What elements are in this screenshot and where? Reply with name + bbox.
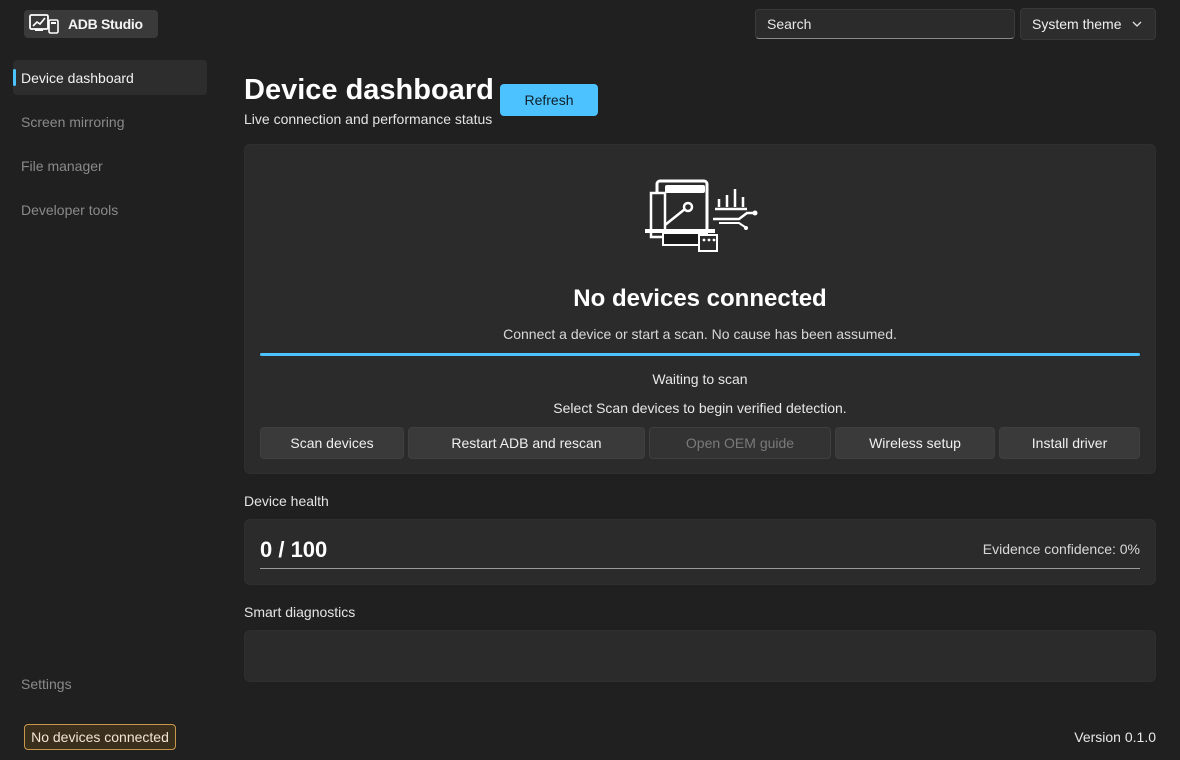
- sidebar-item-file-manager[interactable]: File manager: [13, 148, 207, 183]
- sidebar-item-label: File manager: [21, 157, 103, 174]
- smart-diagnostics-card: [244, 630, 1156, 682]
- sidebar-item-device-dashboard[interactable]: Device dashboard: [13, 60, 207, 95]
- sidebar-item-label: Developer tools: [21, 201, 119, 218]
- page-subtitle: Live connection and performance status: [244, 111, 493, 127]
- scan-state-text: Waiting to scan: [652, 371, 748, 387]
- sidebar-item-settings[interactable]: Settings: [21, 676, 72, 692]
- search-input[interactable]: [755, 9, 1015, 39]
- app-logo: ADB Studio: [24, 10, 158, 38]
- evidence-confidence: Evidence confidence: 0%: [982, 541, 1140, 557]
- connection-status-badge: No devices connected: [24, 724, 176, 750]
- sidebar-item-label: Screen mirroring: [21, 113, 125, 130]
- connection-status-card: No devices connected Connect a device or…: [244, 144, 1156, 474]
- scan-devices-button[interactable]: Scan devices: [260, 427, 404, 459]
- install-driver-button[interactable]: Install driver: [999, 427, 1140, 459]
- scan-progress-bar: [260, 353, 1140, 356]
- wireless-setup-button[interactable]: Wireless setup: [835, 427, 995, 459]
- device-health-label: Device health: [244, 493, 329, 509]
- smart-diagnostics-label: Smart diagnostics: [244, 604, 356, 620]
- restart-adb-button[interactable]: Restart ADB and rescan: [408, 427, 645, 459]
- health-score: 0 / 100: [260, 537, 328, 562]
- theme-select-value: System theme: [1032, 16, 1122, 32]
- health-divider: [260, 568, 1140, 569]
- device-health-card: 0 / 100 Evidence confidence: 0%: [244, 519, 1156, 585]
- empty-state-subtitle: Connect a device or start a scan. No cau…: [503, 326, 897, 342]
- open-oem-guide-button[interactable]: Open OEM guide: [649, 427, 831, 459]
- theme-select[interactable]: System theme: [1020, 8, 1156, 40]
- scan-hint-text: Select Scan devices to begin verified de…: [553, 400, 847, 416]
- empty-state-title: No devices connected: [573, 285, 827, 312]
- page-title: Device dashboard: [244, 74, 494, 106]
- sidebar-item-label: Device dashboard: [21, 69, 134, 86]
- app-logo-icon: [29, 14, 59, 34]
- sidebar-item-developer-tools[interactable]: Developer tools: [13, 192, 207, 227]
- devices-illustration-icon: [645, 179, 758, 252]
- sidebar-item-screen-mirroring[interactable]: Screen mirroring: [13, 104, 207, 139]
- refresh-button[interactable]: Refresh: [500, 84, 598, 116]
- chevron-down-icon: [1132, 21, 1142, 27]
- app-name: ADB Studio: [68, 16, 143, 32]
- version-label: Version 0.1.0: [1074, 729, 1156, 745]
